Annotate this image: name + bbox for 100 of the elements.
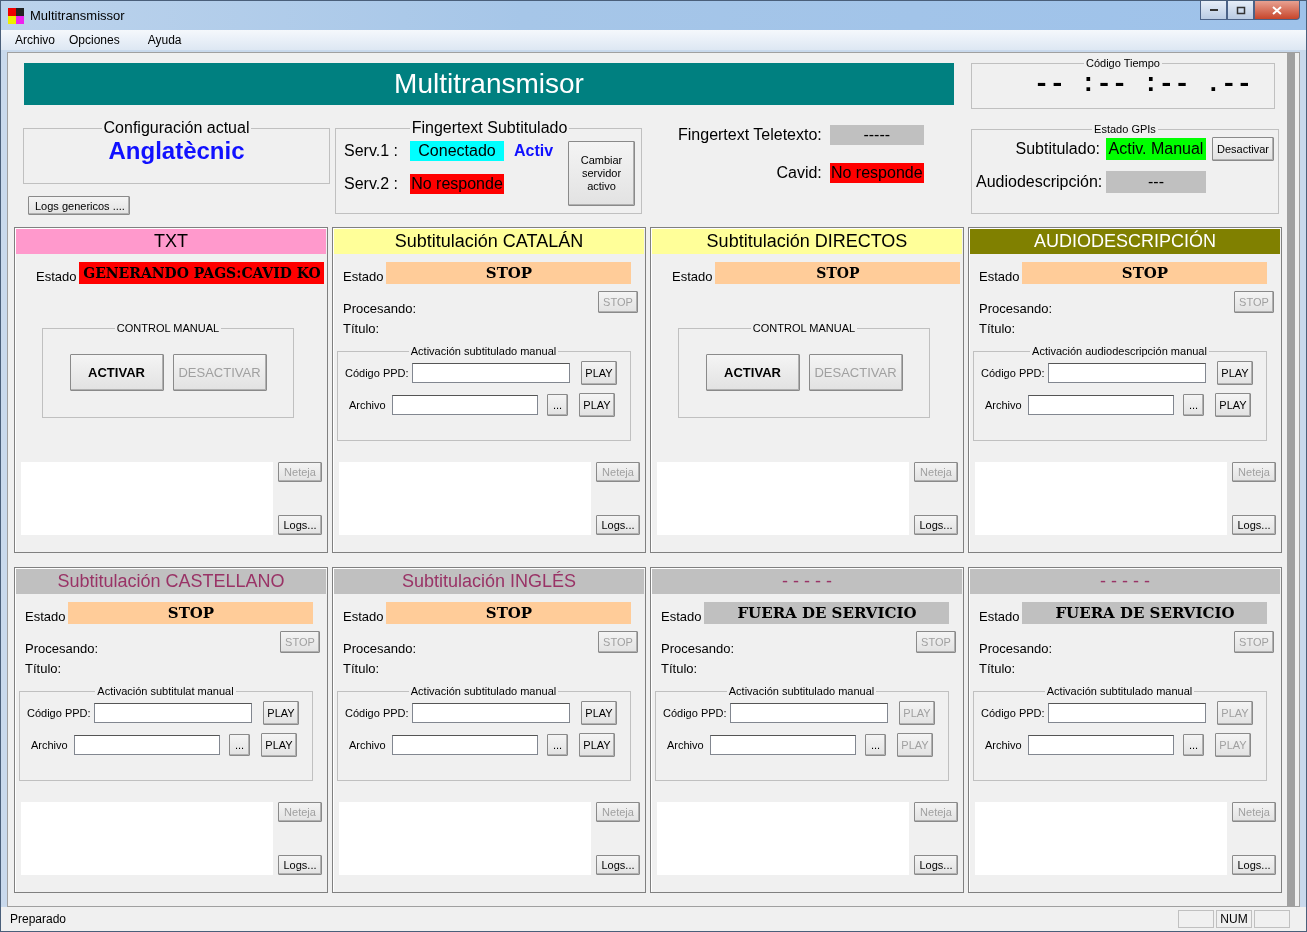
file-label: Archivo	[984, 739, 1023, 751]
play-button[interactable]: PLAY	[1215, 393, 1251, 417]
ppd-input[interactable]	[730, 703, 888, 723]
file-input[interactable]	[710, 735, 856, 755]
panel-title: - - - - -	[782, 571, 832, 592]
title-label: Título:	[661, 661, 699, 676]
play-button[interactable]: PLAY	[581, 361, 617, 385]
control-button[interactable]: ACTIVAR	[69, 354, 164, 391]
control-button[interactable]: ACTIVAR	[705, 354, 800, 391]
logs-button[interactable]: Logs...	[278, 515, 322, 535]
window-title: Multitransmissor	[30, 8, 125, 23]
file-label: Archivo	[666, 739, 705, 751]
ppd-label: Código PPD:	[663, 707, 725, 719]
status-indicator: NUM	[1216, 910, 1252, 928]
ppd-input[interactable]	[1048, 703, 1206, 723]
maximize-button[interactable]	[1227, 1, 1254, 20]
gpi-status: ---	[1106, 171, 1206, 193]
file-input[interactable]	[1028, 735, 1174, 755]
ppd-label: Código PPD:	[345, 367, 407, 379]
generic-logs-button[interactable]: Logs genericos ....	[28, 196, 130, 215]
group-title: Activación subtitulado manual	[409, 685, 558, 697]
estado-label: Estado	[672, 269, 713, 284]
minimize-button[interactable]	[1200, 1, 1227, 20]
logs-button[interactable]: Logs...	[914, 855, 958, 875]
ppd-label: Código PPD:	[27, 707, 89, 719]
processing-label: Procesando:	[979, 641, 1052, 656]
browse-button[interactable]: ...	[547, 734, 568, 756]
play-button[interactable]: PLAY	[1217, 361, 1253, 385]
maximize-icon	[1235, 5, 1246, 15]
deactivate-button[interactable]: Desactivar	[1212, 137, 1274, 161]
browse-button[interactable]: ...	[1183, 394, 1204, 416]
timecode-display: -- :-- :-- .--	[1033, 69, 1253, 99]
title-label: Título:	[25, 661, 63, 676]
play-button[interactable]: PLAY	[579, 733, 615, 757]
panel-title: Subtitulación CASTELLANO	[57, 571, 285, 592]
logs-button[interactable]: Logs...	[278, 855, 322, 875]
file-input[interactable]	[392, 735, 538, 755]
title-label: Título:	[979, 321, 1017, 336]
minimize-icon	[1208, 8, 1219, 12]
group-title: Activación subtitulado manual	[727, 685, 876, 697]
logs-button[interactable]: Logs...	[596, 855, 640, 875]
panel-title: TXT	[154, 231, 188, 252]
estado-label: Estado	[36, 269, 77, 284]
ppd-input[interactable]	[412, 363, 570, 383]
panel-title: AUDIODESCRIPCIÓN	[1034, 231, 1216, 252]
group-title: Fingertext Subtitulado	[410, 119, 569, 137]
logs-button[interactable]: Logs...	[914, 515, 958, 535]
menu-item[interactable]: Archivo	[15, 33, 55, 47]
browse-button[interactable]: ...	[229, 734, 250, 756]
panel-title: Subtitulación CATALÁN	[394, 231, 584, 252]
group-title: CONTROL MANUAL	[115, 322, 221, 334]
estado-value: STOP	[715, 262, 961, 284]
play-button[interactable]: PLAY	[261, 733, 297, 757]
group-title: Configuración actual	[102, 119, 251, 137]
group-title: Activación subtitulat manual	[96, 685, 235, 697]
status-label: Fingertext Teletexto:	[678, 126, 822, 144]
group-title: Activación subtitulado manual	[1045, 685, 1194, 697]
ppd-label: Código PPD:	[981, 707, 1043, 719]
logs-button[interactable]: Logs...	[1232, 515, 1276, 535]
processing-label: Procesando:	[343, 641, 416, 656]
group-title: Código Tiempo	[1085, 57, 1161, 69]
status-label: Cavid:	[776, 164, 822, 182]
ppd-label: Código PPD:	[981, 367, 1043, 379]
play-button[interactable]: PLAY	[263, 701, 299, 725]
menu-item[interactable]: Ayuda	[147, 33, 182, 47]
ppd-input[interactable]	[412, 703, 570, 723]
play-button[interactable]: PLAY	[579, 393, 615, 417]
gpi-status: Activ. Manual	[1106, 138, 1206, 160]
ppd-input[interactable]	[94, 703, 252, 723]
panel-title: Subtitulación INGLÉS	[401, 571, 577, 592]
play-button[interactable]: PLAY	[581, 701, 617, 725]
browse-button[interactable]: ...	[865, 734, 886, 756]
logs-button[interactable]: Logs...	[1232, 855, 1276, 875]
gpi-label: Subtitulado:	[1014, 140, 1100, 158]
estado-label: Estado	[979, 269, 1020, 284]
status-value: No responde	[829, 163, 924, 183]
browse-button[interactable]: ...	[1183, 734, 1204, 756]
menu-item[interactable]: Opciones	[69, 33, 120, 47]
file-input[interactable]	[392, 395, 538, 415]
ppd-input[interactable]	[1048, 363, 1206, 383]
estado-value: STOP	[68, 602, 314, 624]
status-cell	[1178, 910, 1214, 928]
group-title: Estado GPIs	[1093, 123, 1157, 135]
server-label: Serv.2 :	[344, 175, 399, 193]
file-input[interactable]	[74, 735, 220, 755]
switch-server-button[interactable]: Cambiar servidor activo	[568, 141, 635, 206]
ppd-label: Código PPD:	[345, 707, 407, 719]
file-input[interactable]	[1028, 395, 1174, 415]
browse-button[interactable]: ...	[547, 394, 568, 416]
close-button[interactable]	[1254, 1, 1300, 20]
file-label: Archivo	[30, 739, 69, 751]
estado-label: Estado	[25, 609, 66, 624]
title-label: Título:	[979, 661, 1017, 676]
scrollbar[interactable]	[1287, 53, 1295, 906]
panel-title: - - - - -	[1100, 571, 1150, 592]
estado-label: Estado	[661, 609, 702, 624]
group-title: Activación audiodescripción manual	[1031, 345, 1208, 357]
logs-button[interactable]: Logs...	[596, 515, 640, 535]
status-value: -----	[829, 125, 924, 145]
group-title: CONTROL MANUAL	[751, 322, 857, 334]
